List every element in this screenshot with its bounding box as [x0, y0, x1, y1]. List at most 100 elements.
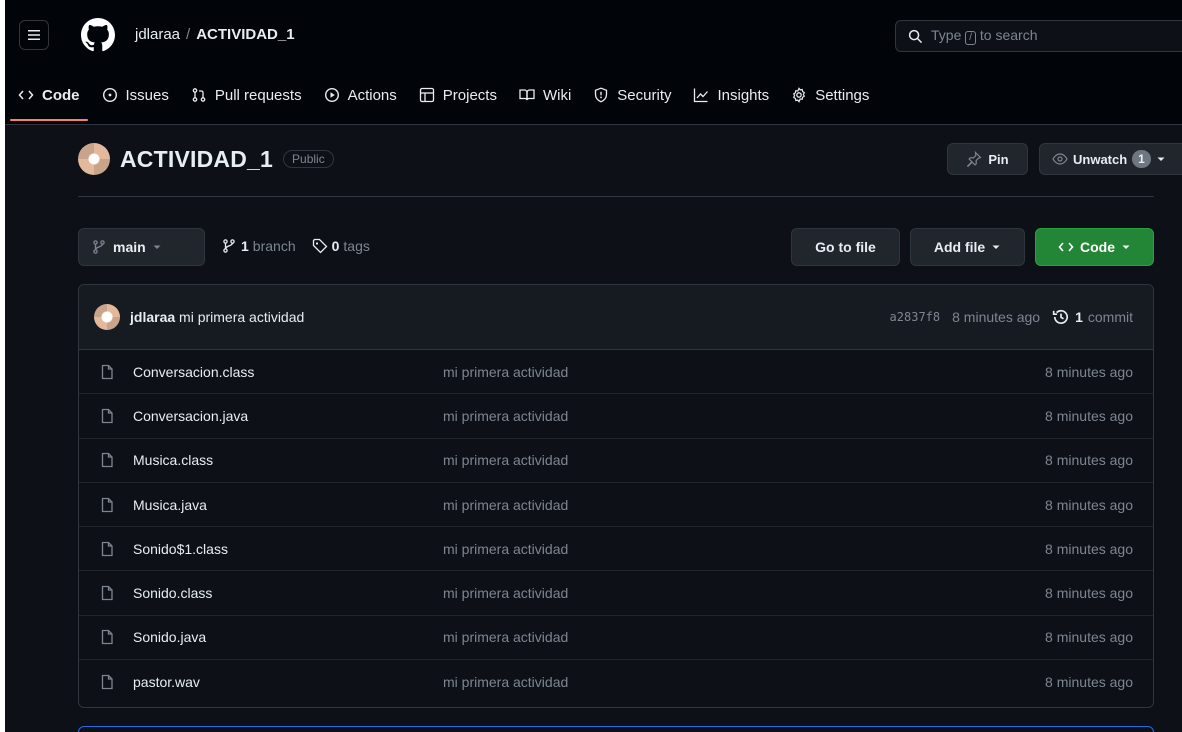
file-time: 8 minutes ago	[1045, 629, 1133, 646]
file-icon	[101, 541, 113, 556]
play-icon	[324, 87, 339, 103]
file-name[interactable]: Musica.class	[133, 452, 443, 468]
go-to-file-button[interactable]: Go to file	[791, 228, 900, 266]
file-name[interactable]: Sonido$1.class	[133, 541, 443, 557]
page-title[interactable]: ACTIVIDAD_1	[120, 146, 273, 173]
repo-title-row: ACTIVIDAD_1 Public	[78, 143, 334, 175]
chevron-down-icon	[153, 245, 161, 249]
menu-button[interactable]	[19, 20, 49, 50]
add-file-label: Add file	[933, 239, 986, 255]
file-commit-message[interactable]: mi primera actividad	[443, 364, 1045, 380]
file-time: 8 minutes ago	[1045, 540, 1133, 557]
chevron-down-icon	[1122, 245, 1130, 249]
tab-actions[interactable]: Actions	[324, 78, 397, 112]
pin-icon	[967, 151, 982, 167]
file-icon	[101, 497, 113, 512]
tag-word: tags	[343, 238, 370, 254]
file-icon	[101, 630, 113, 645]
commit-author[interactable]: jdlaraa	[130, 309, 175, 325]
file-icon	[101, 585, 113, 601]
file-time: 8 minutes ago	[1045, 363, 1133, 380]
github-logo-icon[interactable]	[81, 18, 115, 52]
file-time: 8 minutes ago	[1045, 407, 1133, 424]
code-icon	[18, 90, 34, 100]
file-row[interactable]: Conversacion.class mi primera actividad 8 …	[79, 350, 1153, 395]
latest-commit-row: jdlaraa mi primera actividad a2837f8 8 m…	[79, 285, 1153, 350]
file-icon	[101, 453, 113, 468]
commit-word: commit	[1087, 309, 1133, 325]
breadcrumb-repo[interactable]: ACTIVIDAD_1	[196, 26, 294, 43]
history-icon	[1052, 310, 1069, 324]
file-row[interactable]: Musica.java mi primera actividad 8 minutes…	[79, 483, 1153, 528]
tags-link[interactable]: 0 tags	[312, 238, 370, 254]
tab-label: Pull requests	[214, 86, 302, 104]
file-row[interactable]: Sonido.class mi primera actividad 8 minute…	[79, 571, 1153, 616]
tab-label: Insights	[717, 86, 770, 104]
commit-message[interactable]: mi primera actividad	[179, 309, 304, 325]
window-edge	[0, 0, 5, 732]
graph-icon	[694, 88, 709, 103]
search-shortcut-key: /	[965, 31, 977, 45]
eye-icon	[1052, 153, 1068, 165]
hamburger-icon	[28, 30, 40, 40]
search-input[interactable]: Type / to search	[895, 20, 1182, 52]
file-commit-message[interactable]: mi primera actividad	[443, 541, 1045, 557]
commit-sha[interactable]: a2837f8	[890, 310, 941, 324]
file-row[interactable]: pastor.wav mi primera actividad 8 minutes …	[79, 660, 1153, 704]
file-commit-message[interactable]: mi primera actividad	[443, 497, 1045, 513]
go-to-file-label: Go to file	[815, 239, 876, 255]
file-commit-message[interactable]: mi primera actividad	[443, 408, 1045, 424]
file-row[interactable]: Conversacion.java mi primera actividad 8 m…	[79, 394, 1153, 439]
branch-icon	[223, 239, 235, 253]
commit-history-link[interactable]: 1 commit	[1052, 308, 1133, 326]
tab-label: Security	[617, 86, 672, 104]
file-commit-message[interactable]: mi primera actividad	[443, 452, 1045, 468]
readme-panel	[78, 726, 1154, 732]
avatar[interactable]	[78, 143, 110, 175]
branch-selector-button[interactable]: main	[78, 228, 205, 266]
file-row[interactable]: Musica.class mi primera actividad 8 minute…	[79, 439, 1153, 483]
tab-projects[interactable]: Projects	[419, 78, 497, 112]
file-row[interactable]: Sonido.java mi primera actividad 8 minutes…	[79, 616, 1153, 661]
table-icon	[419, 87, 434, 103]
file-name[interactable]: Conversacion.class	[133, 364, 443, 380]
breadcrumb: jdlaraa / ACTIVIDAD_1	[135, 26, 295, 43]
file-time: 8 minutes ago	[1045, 452, 1133, 469]
code-label: Code	[1080, 239, 1115, 255]
watch-button[interactable]: Unwatch 1	[1039, 143, 1182, 175]
branch-name: main	[113, 239, 146, 255]
file-name[interactable]: Sonido.class	[133, 585, 443, 601]
tab-wiki[interactable]: Wiki	[519, 78, 571, 112]
tab-insights[interactable]: Insights	[693, 78, 769, 112]
branch-icon	[93, 240, 105, 254]
file-name[interactable]: Sonido.java	[133, 629, 443, 645]
avatar[interactable]	[94, 304, 120, 330]
file-commit-message[interactable]: mi primera actividad	[443, 674, 1045, 690]
tab-label: Actions	[347, 86, 397, 104]
file-row[interactable]: Sonido$1.class mi primera actividad 8 minu…	[79, 527, 1153, 572]
tab-issues[interactable]: Issues	[102, 78, 169, 112]
tab-code[interactable]: Code	[10, 78, 87, 121]
pin-button[interactable]: Pin	[947, 143, 1028, 175]
divider	[78, 196, 1154, 197]
code-button[interactable]: Code	[1035, 228, 1154, 266]
book-icon	[519, 89, 535, 101]
file-commit-message[interactable]: mi primera actividad	[443, 585, 1045, 601]
file-name[interactable]: pastor.wav	[133, 674, 443, 690]
tab-security[interactable]: Security	[593, 78, 671, 112]
add-file-button[interactable]: Add file	[910, 228, 1025, 266]
tab-label: Wiki	[542, 86, 572, 104]
file-commit-message[interactable]: mi primera actividad	[443, 629, 1045, 645]
pull-request-icon	[192, 88, 206, 102]
branches-link[interactable]: 1 branch	[221, 238, 296, 254]
file-name[interactable]: Conversacion.java	[133, 408, 443, 424]
pin-label: Pin	[988, 151, 1009, 167]
tab-label: Issues	[125, 86, 169, 104]
file-name[interactable]: Musica.java	[133, 497, 443, 513]
tab-settings[interactable]: Settings	[791, 78, 869, 112]
search-icon	[908, 29, 923, 43]
breadcrumb-owner[interactable]: jdlaraa	[135, 26, 180, 43]
repo-nav: Code Issues Pull requests Actions Projec…	[5, 78, 878, 124]
file-time: 8 minutes ago	[1045, 674, 1133, 691]
tab-pull-requests[interactable]: Pull requests	[191, 78, 302, 112]
